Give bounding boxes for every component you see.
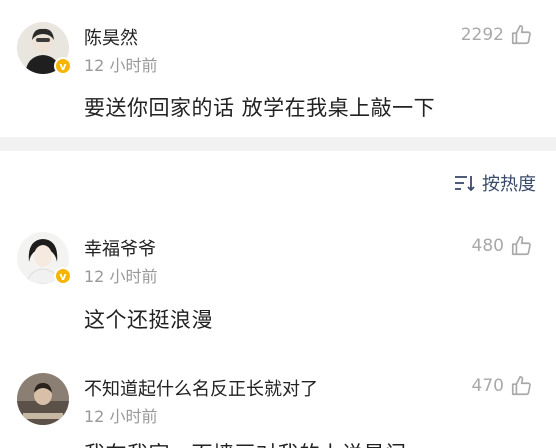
comment-text: 要送你回家的话 放学在我桌上敲一下 <box>84 96 436 120</box>
thumbs-up-icon <box>511 236 531 256</box>
like-button[interactable]: 2292 <box>461 24 532 46</box>
comment-text: 这个还挺浪漫 <box>84 308 213 332</box>
avatar[interactable]: v <box>17 232 72 285</box>
comment-author[interactable]: 幸福爷爷 <box>84 235 156 261</box>
comment-card: v 幸福爷爷 12 小时前 这个还挺浪漫 480 <box>0 220 556 350</box>
sort-label: 按热度 <box>482 174 536 195</box>
section-divider <box>0 137 556 151</box>
like-button[interactable]: 470 <box>472 375 532 397</box>
avatar-photo <box>17 373 69 425</box>
comment-author[interactable]: 不知道起什么名反正长就对了 <box>84 375 318 401</box>
comment-author[interactable]: 陈昊然 <box>84 24 138 50</box>
thumbs-up-icon <box>511 376 531 396</box>
thumbs-up-icon <box>511 25 531 45</box>
comment-time: 12 小时前 <box>84 267 158 286</box>
comment-text: 我在我家一面墙画对我的上说是门 <box>84 438 407 448</box>
like-button[interactable]: 480 <box>472 235 532 257</box>
like-count: 470 <box>471 376 504 396</box>
comment-time: 12 小时前 <box>84 407 158 426</box>
sort-icon <box>455 176 475 192</box>
verified-badge-icon: v <box>54 57 72 75</box>
verified-badge-icon: v <box>54 267 72 285</box>
avatar[interactable] <box>17 373 69 425</box>
like-count: 2292 <box>460 25 504 45</box>
comment-time: 12 小时前 <box>84 56 158 75</box>
avatar[interactable]: v <box>17 22 72 75</box>
like-count: 480 <box>471 236 504 256</box>
comment-card: v 陈昊然 12 小时前 要送你回家的话 放学在我桌上敲一下 2292 <box>0 0 556 137</box>
sort-button[interactable]: 按热度 <box>454 170 536 196</box>
comment-card: 不知道起什么名反正长就对了 12 小时前 我在我家一面墙画对我的上说是门 470 <box>0 360 556 448</box>
